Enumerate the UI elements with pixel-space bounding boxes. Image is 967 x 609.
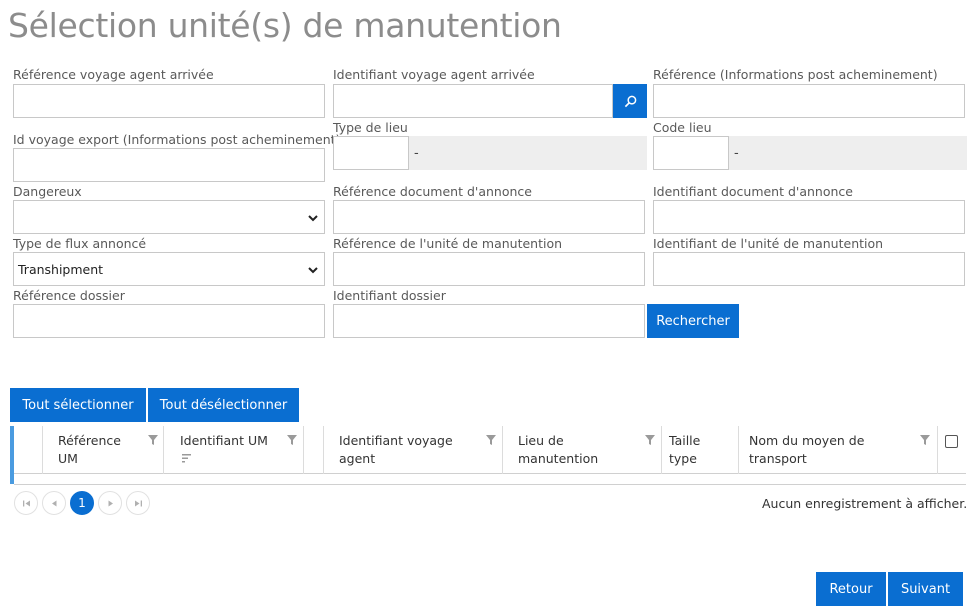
search-icon <box>624 95 636 107</box>
column-header-spacer <box>303 426 323 474</box>
label-code-lieu: Code lieu <box>653 120 712 135</box>
last-page-icon <box>134 500 142 506</box>
label-type-flux: Type de flux annoncé <box>13 236 147 251</box>
filter-icon[interactable] <box>287 435 297 445</box>
deselect-all-button[interactable]: Tout désélectionner <box>148 388 299 422</box>
first-page-icon <box>22 500 30 506</box>
code-lieu-description: - <box>729 136 967 170</box>
type-flux-value: Transhipment <box>18 261 104 277</box>
dangereux-select[interactable] <box>13 200 325 234</box>
first-page-button[interactable] <box>14 491 38 515</box>
current-page-button[interactable]: 1 <box>70 491 94 515</box>
label-id-voyage-export: Id voyage export (Informations post ache… <box>13 132 341 147</box>
label-dangereux: Dangereux <box>13 184 82 199</box>
previous-page-icon <box>51 500 56 506</box>
sort-icon[interactable] <box>182 454 192 463</box>
code-lieu-input[interactable] <box>653 136 729 170</box>
next-page-button[interactable] <box>98 491 122 515</box>
ref-document-annonce-input[interactable] <box>333 200 645 234</box>
type-lieu-description: - <box>409 136 647 170</box>
id-voyage-export-input[interactable] <box>13 148 325 182</box>
pager: 1 <box>14 491 150 515</box>
column-header-select <box>937 426 966 474</box>
label-ref-unite: Référence de l'unité de manutention <box>333 236 563 251</box>
ref-dossier-input[interactable] <box>13 304 325 338</box>
grid-body <box>14 474 966 485</box>
id-voyage-agent-arrivee-input[interactable] <box>333 84 613 118</box>
retour-button[interactable]: Retour <box>816 572 886 606</box>
label-ref-dossier: Référence dossier <box>13 288 125 303</box>
label-ref-voyage-agent-arrivee: Référence voyage agent arrivée <box>13 67 214 82</box>
next-page-icon <box>108 500 113 506</box>
column-header-identifiant-um[interactable]: Identifiant UM <box>163 426 304 474</box>
grid-header: Référence UM Identifiant UM Identifiant v… <box>10 426 966 484</box>
ref-voyage-agent-arrivee-input[interactable] <box>13 84 325 118</box>
label-id-voyage-agent-arrivee: Identifiant voyage agent arrivée <box>333 67 535 82</box>
label-type-lieu: Type de lieu <box>333 120 408 135</box>
last-page-button[interactable] <box>126 491 150 515</box>
column-header-identifiant-voyage-agent[interactable]: Identifiant voyage agent <box>323 426 503 474</box>
label-id-dossier: Identifiant dossier <box>333 288 446 303</box>
previous-page-button[interactable] <box>42 491 66 515</box>
select-all-checkbox[interactable] <box>945 435 958 448</box>
column-header-taille-type[interactable]: Taille type <box>661 426 739 474</box>
select-all-button[interactable]: Tout sélectionner <box>10 388 146 422</box>
column-header-nom-moyen-transport[interactable]: Nom du moyen de transport <box>738 426 938 474</box>
reference-post-input[interactable] <box>653 84 965 118</box>
filter-icon[interactable] <box>148 435 158 445</box>
type-flux-select[interactable]: Transhipment <box>13 252 325 286</box>
column-header-reference-um[interactable]: Référence UM <box>42 426 164 474</box>
filter-icon[interactable] <box>920 435 930 445</box>
page-title: Sélection unité(s) de manutention <box>8 6 562 45</box>
suivant-button[interactable]: Suivant <box>888 572 963 606</box>
label-id-document-annonce: Identifiant document d'annonce <box>653 184 853 199</box>
rechercher-button[interactable]: Rechercher <box>647 304 739 338</box>
pager-status: Aucun enregistrement à afficher. <box>762 496 967 511</box>
ref-unite-input[interactable] <box>333 252 645 286</box>
id-document-annonce-input[interactable] <box>653 200 965 234</box>
search-voyage-button[interactable] <box>613 84 647 118</box>
filter-icon[interactable] <box>645 435 655 445</box>
id-dossier-input[interactable] <box>333 304 645 338</box>
chevron-down-icon <box>308 215 318 222</box>
label-reference-post: Référence (Informations post acheminemen… <box>653 67 938 82</box>
label-ref-document-annonce: Référence document d'annonce <box>333 184 532 199</box>
column-header-lieu-manutention[interactable]: Lieu de manutention <box>502 426 662 474</box>
type-lieu-input[interactable] <box>333 136 409 170</box>
filter-icon[interactable] <box>486 435 496 445</box>
label-id-unite: Identifiant de l'unité de manutention <box>653 236 884 251</box>
id-unite-input[interactable] <box>653 252 965 286</box>
chevron-down-icon <box>308 267 318 274</box>
